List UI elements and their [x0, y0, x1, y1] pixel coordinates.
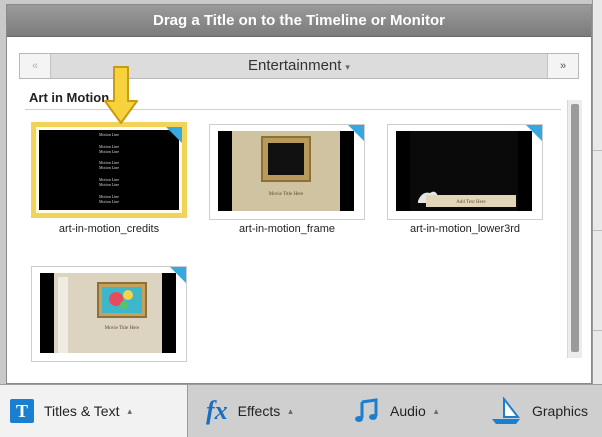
thumbnail-image: Movie Title Here [40, 273, 176, 353]
template-badge-icon [348, 125, 364, 141]
sailboat-icon [492, 397, 521, 424]
frame-preview-image: Movie Title Here [218, 131, 354, 211]
bottom-tab-bar: T Titles & Text ▴ fx Effects ▴ Audio ▴ G… [0, 384, 602, 437]
credits-line: Motion Line [99, 182, 119, 187]
credits-line: Motion Line [99, 149, 119, 154]
credits-preview-image: Motion Line Motion Line Motion Line Moti… [39, 130, 179, 210]
template-badge-icon [526, 125, 542, 141]
tab-graphics[interactable]: Graphics [490, 385, 588, 437]
template-badge-icon [166, 127, 182, 143]
double-chevron-left-icon: « [31, 60, 39, 72]
tab-label: Effects [237, 403, 281, 419]
lower3rd-preview-image: Add Text Here [396, 131, 532, 211]
thumbnail-image: Movie Title Here [218, 131, 354, 211]
credits-line: Motion Line [99, 132, 119, 137]
chevron-up-icon: ▴ [288, 405, 293, 416]
credits-line: Motion Line [99, 199, 119, 204]
category-dropdown-label: Entertainment [248, 57, 342, 74]
thumbnail-label: art-in-motion_credits [58, 223, 160, 235]
drag-arrow-icon [104, 66, 138, 124]
gallery-caption: Movie Title Here [105, 326, 140, 331]
tab-label: Audio [390, 403, 426, 419]
prev-category-button[interactable]: « [20, 54, 51, 78]
credits-line: Motion Line [99, 165, 119, 170]
gallery-preview-image: Movie Title Here [40, 273, 176, 353]
tab-titles-text[interactable]: T Titles & Text ▴ [0, 385, 188, 437]
template-badge-icon [170, 267, 186, 283]
titles-panel: Drag a Title on to the Timeline or Monit… [6, 4, 592, 384]
vertical-scrollbar[interactable] [567, 100, 582, 358]
frame-caption: Movie Title Here [269, 192, 304, 197]
thumbnail-label: art-in-motion_frame [239, 223, 335, 235]
thumbnail-art-in-motion-gallery[interactable]: Movie Title Here [31, 266, 187, 362]
thumbnail-art-in-motion-frame[interactable]: Movie Title Here [209, 124, 365, 220]
tab-audio[interactable]: Audio ▴ [354, 385, 438, 437]
thumbnail-art-in-motion-credits[interactable]: Motion Line Motion Line Motion Line Moti… [31, 122, 187, 218]
titles-text-icon: T [10, 399, 34, 423]
section-title: Art in Motion [29, 90, 110, 105]
chevron-up-icon: ▴ [433, 405, 439, 416]
thumbnail-image: Add Text Here [396, 131, 532, 211]
next-category-button[interactable]: » [547, 54, 578, 78]
lower3rd-caption: Add Text Here [456, 200, 486, 205]
chevron-up-icon: ▴ [127, 405, 132, 416]
double-chevron-right-icon: » [559, 60, 567, 72]
thumbnail-image: Motion Line Motion Line Motion Line Moti… [39, 130, 179, 210]
tab-effects[interactable]: fx Effects ▴ [206, 385, 293, 437]
thumbnail-art-in-motion-lower3rd[interactable]: Add Text Here [387, 124, 543, 220]
tab-label: Titles & Text [44, 403, 120, 419]
scrollbar-thumb[interactable] [571, 104, 579, 352]
chevron-down-icon: ▾ [345, 62, 350, 72]
music-note-icon [355, 398, 378, 422]
thumbnail-label: art-in-motion_lower3rd [409, 223, 521, 235]
tab-label: Graphics [532, 403, 589, 419]
fx-effects-icon: fx [206, 396, 228, 425]
panel-title: Drag a Title on to the Timeline or Monit… [7, 5, 591, 37]
background-panel-edge [592, 0, 602, 436]
